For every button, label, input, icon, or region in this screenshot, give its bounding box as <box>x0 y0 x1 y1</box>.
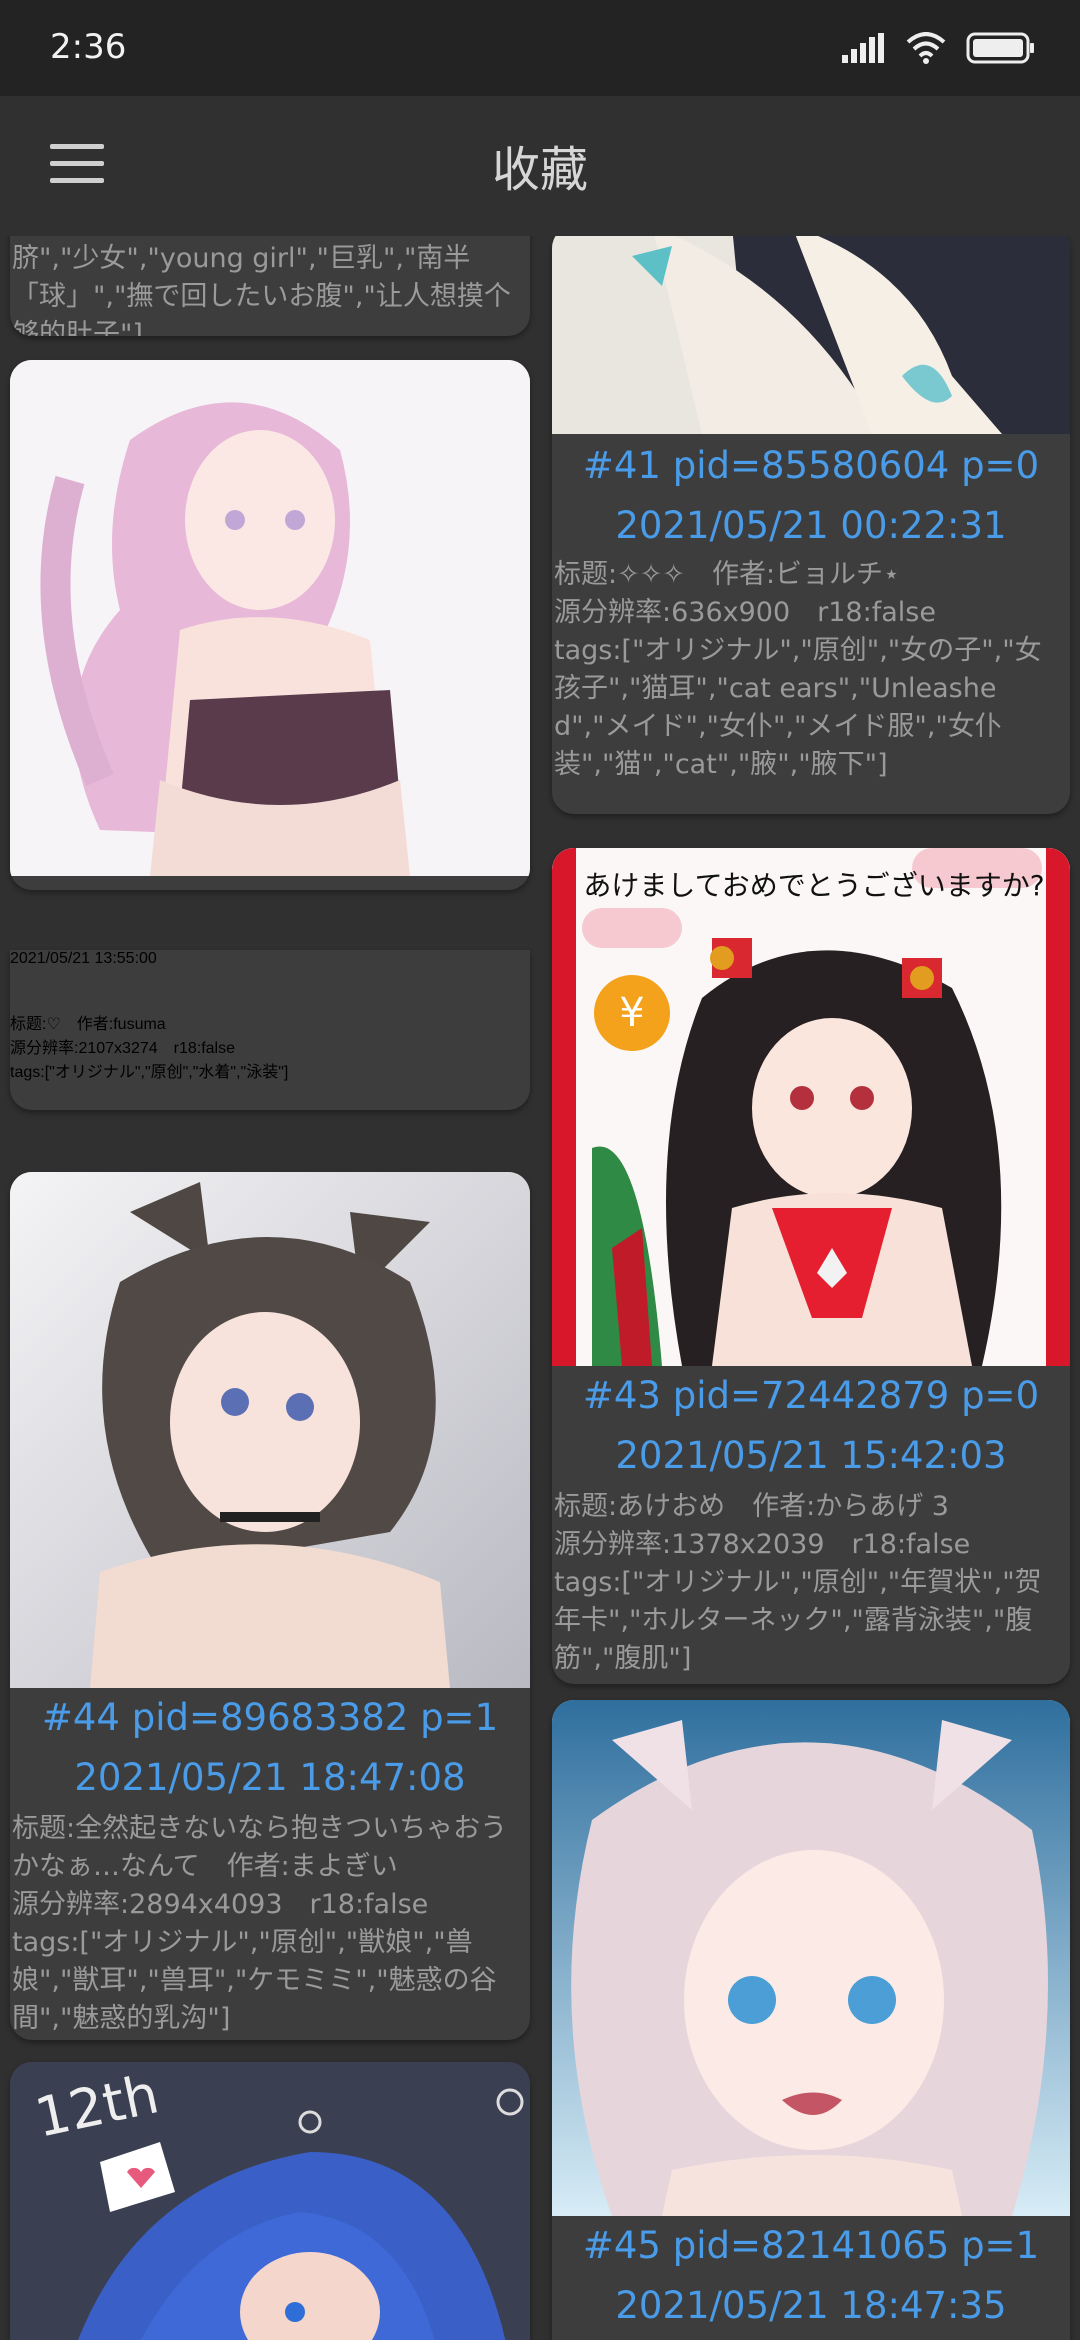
card-info: 标题:あけおめ 作者:からあげ 3 源分辨率:1378x2039 r18:fal… <box>554 1491 1042 1674</box>
card-pid-line: #43 pid=72442879 p=0 <box>582 1374 1040 1417</box>
card-image[interactable] <box>552 236 1070 434</box>
image-text-greeting: あけましておめでとうございますか? <box>583 869 1044 902</box>
illustration <box>552 236 1070 434</box>
favorite-card[interactable]: 脐","少女","young girl","巨乳","南半「球」","撫で回した… <box>10 236 530 336</box>
card-image[interactable]: 12th <box>10 2062 530 2340</box>
favorite-card[interactable]: #41 pid=85580604 p=0 2021/05/21 00:22:31… <box>552 236 1070 814</box>
status-time: 2:36 <box>50 27 127 67</box>
signal-icon <box>842 33 884 63</box>
favorite-card[interactable]: #42 pid=82383344 p=0 <box>10 360 530 890</box>
app-bar: 收藏 <box>0 96 1080 236</box>
card-pid-line: #44 pid=89683382 p=1 <box>41 1696 499 1739</box>
card-info: 标题:✧✧✧ 作者:ビョルチ⋆ 源分辨率:636x900 r18:false t… <box>554 559 1042 780</box>
illustration: あけましておめでとうございますか? ¥ <box>552 848 1070 1366</box>
card-date-line: 2021/05/21 00:22:31 <box>615 504 1007 547</box>
favorites-feed[interactable]: 脐","少女","young girl","巨乳","南半「球」","撫で回した… <box>0 236 1080 2340</box>
card-info: 标题:全然起きないなら抱きついちゃおうかなぁ…なんて 作者:まよぎい 源分辨率:… <box>12 1813 508 2034</box>
card-image[interactable] <box>10 1172 530 1688</box>
card-date-line: 2021/05/21 13:55:00 <box>10 950 157 967</box>
illustration: 12th <box>10 2062 530 2340</box>
card-image[interactable] <box>552 1700 1070 2216</box>
favorite-card[interactable]: #44 pid=89683382 p=1 2021/05/21 18:47:08… <box>10 1172 530 2040</box>
card-image[interactable]: あけましておめでとうございますか? ¥ <box>552 848 1070 1366</box>
card-date-line: 2021/05/21 18:47:35 <box>615 2284 1007 2327</box>
favorite-card[interactable]: #45 pid=82141065 p=1 2021/05/21 18:47:35 <box>552 1700 1070 2340</box>
card-date-line: 2021/05/21 15:42:03 <box>615 1434 1007 1477</box>
card-info: 标题:♡ 作者:fusuma 源分辨率:2107x3274 r18:false … <box>10 1016 289 1081</box>
favorite-card[interactable]: あけましておめでとうございますか? ¥ #43 pid=72442879 p=0… <box>552 848 1070 1684</box>
wifi-icon <box>906 32 946 64</box>
card-image[interactable] <box>10 360 530 876</box>
status-bar: 2:36 <box>0 0 1080 96</box>
card-info: 脐","少女","young girl","巨乳","南半「球」","撫で回した… <box>12 243 511 336</box>
illustration <box>552 1700 1070 2216</box>
yen-badge: ¥ <box>619 990 644 1036</box>
card-42-footer: 2021/05/21 13:55:00 标题:♡ 作者:fusuma 源分辨率:… <box>10 950 530 1110</box>
card-pid-line: #41 pid=85580604 p=0 <box>582 444 1040 487</box>
page-title: 收藏 <box>491 142 588 198</box>
card-pid-line: #42 pid=82383344 p=0 <box>10 878 530 890</box>
illustration <box>10 360 530 876</box>
illustration <box>10 1172 530 1688</box>
battery-icon <box>966 32 1034 64</box>
card-date-line: 2021/05/21 18:47:08 <box>74 1756 466 1799</box>
favorite-card[interactable]: 12th <box>10 2062 530 2340</box>
status-icons <box>842 30 1036 66</box>
card-pid-line: #45 pid=82141065 p=1 <box>582 2224 1040 2267</box>
